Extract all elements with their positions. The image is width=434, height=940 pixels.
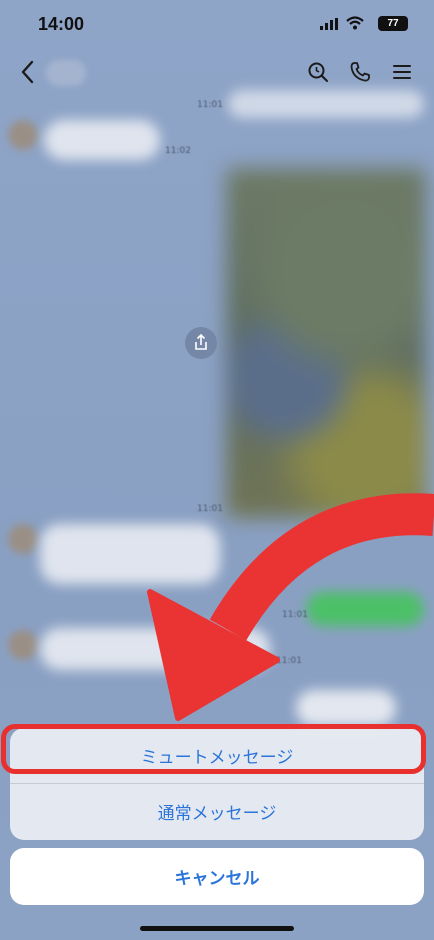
cancel-button[interactable]: キャンセル <box>10 848 424 905</box>
highlight-box-annotation <box>1 724 426 774</box>
chat-screen: 14:00 77 11:01 11:02 11:01 11:01 11:01 ミ… <box>0 0 434 940</box>
home-indicator <box>140 926 294 931</box>
normal-message-button[interactable]: 通常メッセージ <box>10 784 424 839</box>
